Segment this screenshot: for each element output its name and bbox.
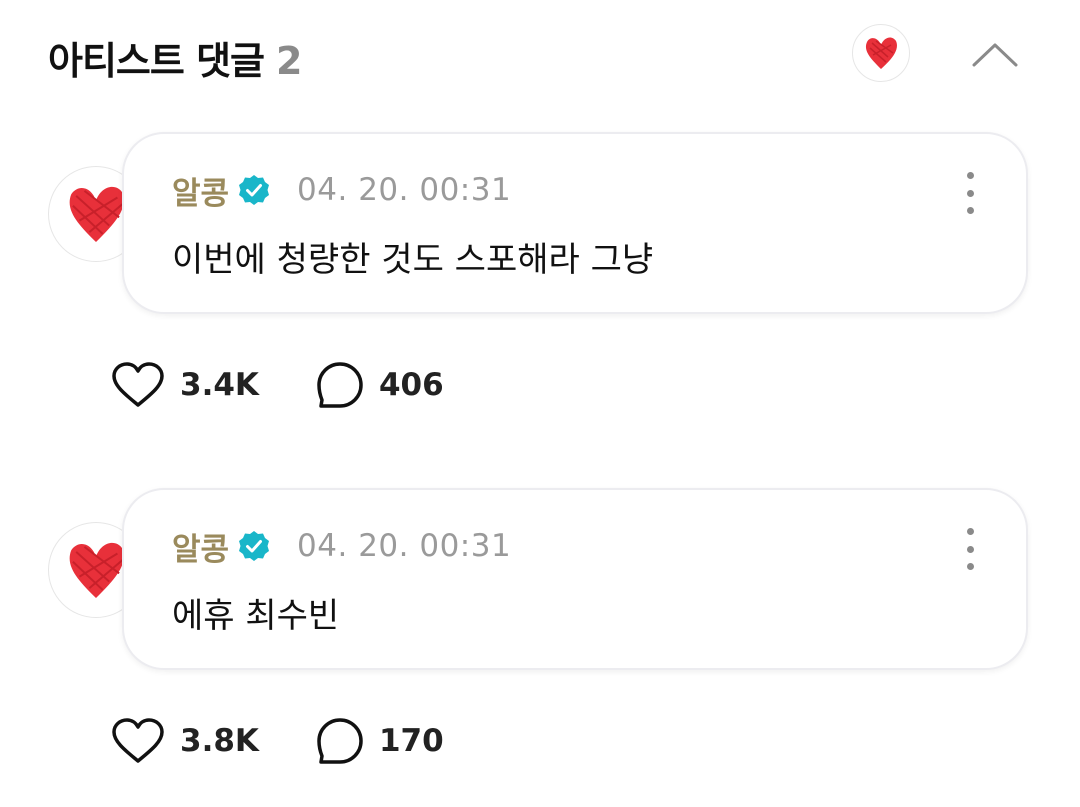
reply-count: 170 bbox=[378, 723, 444, 759]
like-count: 3.8K bbox=[180, 723, 259, 759]
verified-badge-icon bbox=[239, 531, 270, 561]
like-count: 3.4K bbox=[180, 367, 259, 403]
more-vertical-icon bbox=[966, 172, 974, 179]
section-title: 아티스트 댓글 2 bbox=[48, 30, 302, 85]
comment-count: 2 bbox=[276, 39, 302, 83]
more-options-button[interactable] bbox=[960, 172, 980, 214]
comment-text: 에휴 최수빈 bbox=[172, 596, 340, 636]
artist-avatar[interactable] bbox=[852, 24, 910, 82]
comment-bubble: 알콩 04. 20. 00:31 이번에 청량한 것도 스포해라 그냥 bbox=[122, 132, 1028, 314]
reply-count: 406 bbox=[378, 367, 444, 403]
collapse-button[interactable] bbox=[970, 34, 1020, 74]
verified-badge-icon bbox=[239, 175, 270, 205]
comment-meta: 알콩 04. 20. 00:31 bbox=[172, 168, 512, 213]
artist-comments-header: 아티스트 댓글 2 bbox=[48, 24, 1038, 84]
chevron-up-icon bbox=[972, 43, 1018, 67]
reply-button[interactable]: 170 bbox=[315, 716, 444, 766]
comment-timestamp: 04. 20. 00:31 bbox=[297, 528, 512, 564]
section-title-label: 아티스트 댓글 bbox=[48, 39, 265, 83]
heart-outline-icon bbox=[112, 362, 164, 407]
more-options-button[interactable] bbox=[960, 528, 980, 570]
red-heart-icon bbox=[69, 542, 124, 599]
speech-bubble-icon bbox=[317, 362, 363, 408]
author-name[interactable]: 알콩 bbox=[172, 168, 229, 213]
like-button[interactable]: 3.4K bbox=[110, 361, 259, 409]
more-vertical-icon bbox=[966, 528, 974, 535]
comment-text: 이번에 청량한 것도 스포해라 그냥 bbox=[172, 240, 654, 280]
red-heart-icon bbox=[865, 37, 897, 69]
speech-bubble-icon bbox=[317, 718, 363, 764]
heart-outline-icon bbox=[112, 718, 164, 763]
author-name[interactable]: 알콩 bbox=[172, 524, 229, 569]
comment-actions: 3.4K 406 bbox=[110, 357, 500, 413]
comment-bubble: 알콩 04. 20. 00:31 에휴 최수빈 bbox=[122, 488, 1028, 670]
comment-timestamp: 04. 20. 00:31 bbox=[297, 172, 512, 208]
like-button[interactable]: 3.8K bbox=[110, 717, 259, 765]
red-heart-icon bbox=[69, 186, 124, 243]
comment-actions: 3.8K 170 bbox=[110, 713, 500, 769]
reply-button[interactable]: 406 bbox=[315, 360, 444, 410]
comment-meta: 알콩 04. 20. 00:31 bbox=[172, 524, 512, 569]
